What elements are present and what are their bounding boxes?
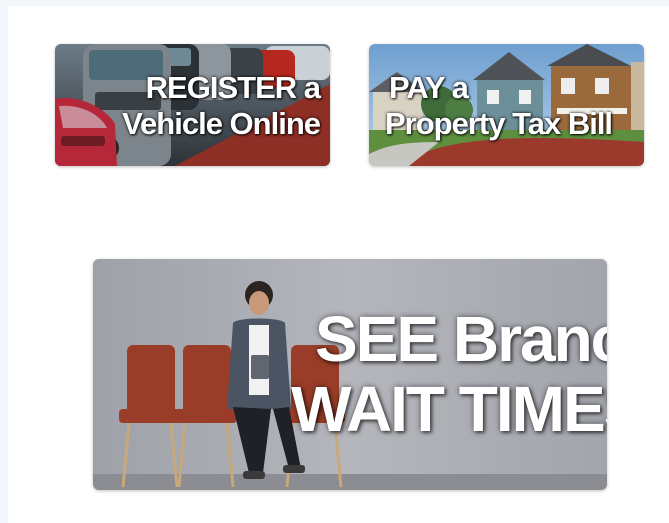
- branch-wait-times-tile[interactable]: SEE Branch WAIT TIMES: [93, 259, 607, 490]
- pay-property-tax-tile[interactable]: PAY a Property Tax Bill: [369, 44, 644, 166]
- register-vehicle-tile[interactable]: REGISTER a Vehicle Online: [55, 44, 330, 166]
- houses-street-image: [369, 44, 644, 166]
- pay-line1: PAY a: [389, 70, 469, 105]
- register-line1: REGISTER a: [145, 70, 321, 105]
- wait-line1: SEE Branch: [315, 303, 607, 375]
- register-line2: Vehicle Online: [122, 106, 321, 141]
- pay-line2: Property Tax Bill: [385, 106, 613, 141]
- wait-line2: WAIT TIMES: [291, 373, 607, 445]
- cars-parking-lot-image: [55, 44, 330, 166]
